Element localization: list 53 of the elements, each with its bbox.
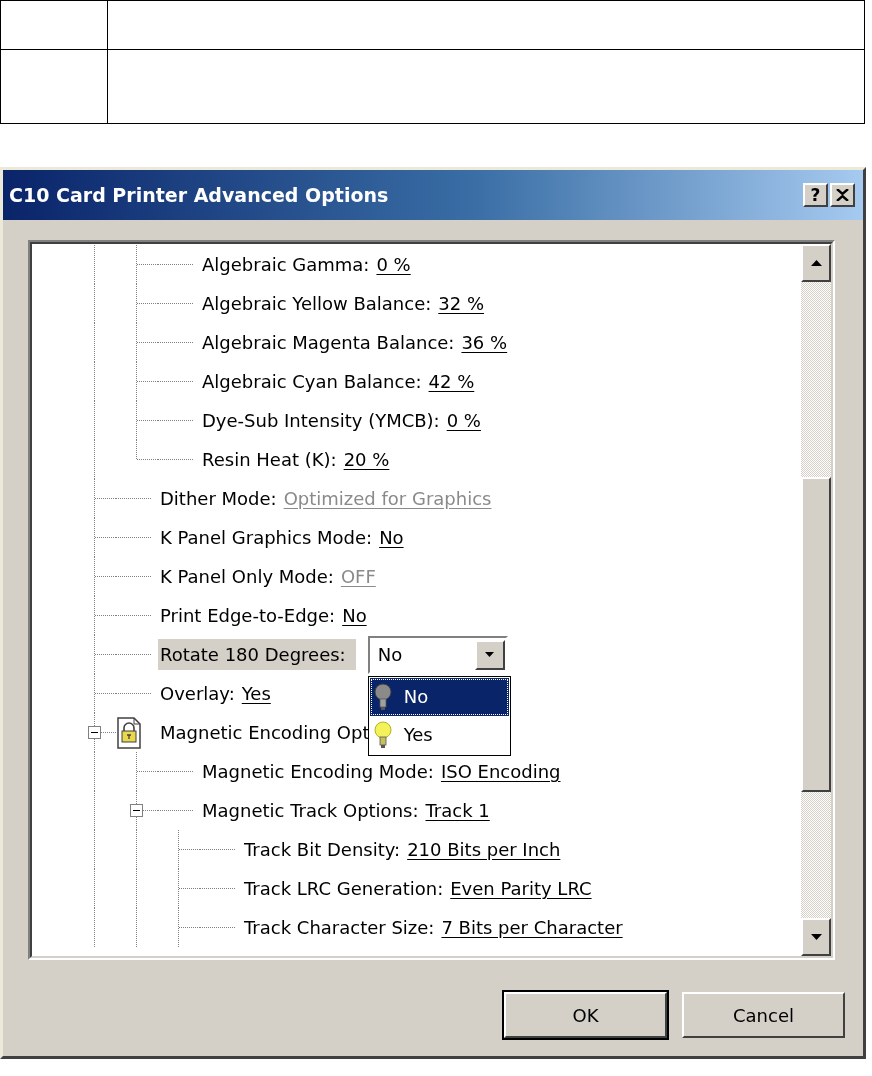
- collapse-toggle[interactable]: [88, 726, 101, 739]
- setting-label: Print Edge-to-Edge:: [160, 605, 336, 626]
- setting-value[interactable]: 36 %: [461, 332, 508, 353]
- setting-value: Optimized for Graphics: [283, 488, 492, 509]
- setting-label: Algebraic Gamma:: [202, 254, 370, 275]
- ok-button[interactable]: OK: [504, 992, 667, 1038]
- setting-value[interactable]: Yes: [241, 683, 271, 704]
- setting-value[interactable]: No: [342, 605, 367, 626]
- close-icon: [836, 189, 849, 201]
- locked-page-icon: [116, 715, 142, 750]
- setting-label: Overlay:: [160, 683, 235, 704]
- setting-label: Algebraic Yellow Balance:: [202, 293, 432, 314]
- window-title: C10 Card Printer Advanced Options: [9, 184, 390, 206]
- close-button[interactable]: [830, 183, 855, 207]
- scroll-thumb[interactable]: [801, 477, 831, 792]
- setting-label: Magnetic Encoding Mode:: [202, 761, 434, 782]
- group-label[interactable]: Magnetic Encoding Opt: [160, 722, 370, 743]
- down-arrow-icon: [810, 934, 822, 940]
- scrollbar[interactable]: [801, 244, 831, 956]
- dropdown-option[interactable]: No: [369, 677, 509, 716]
- setting-label: Algebraic Magenta Balance:: [202, 332, 455, 353]
- scroll-down-button[interactable]: [801, 918, 831, 956]
- setting-value[interactable]: 0 %: [446, 410, 481, 431]
- collapse-toggle[interactable]: [130, 804, 143, 817]
- setting-value[interactable]: 0 %: [376, 254, 411, 275]
- setting-label: Track Bit Density:: [244, 839, 401, 860]
- dropdown-button[interactable]: [474, 639, 505, 670]
- setting-value[interactable]: Even Parity LRC: [450, 878, 592, 899]
- scroll-up-button[interactable]: [801, 244, 831, 282]
- setting-value[interactable]: 210 Bits per Inch: [407, 839, 561, 860]
- down-arrow-icon: [485, 652, 495, 657]
- setting-value[interactable]: ISO Encoding: [440, 761, 561, 782]
- setting-label: Track Character Size:: [244, 917, 435, 938]
- setting-value[interactable]: Track 1: [425, 800, 490, 821]
- setting-label: Algebraic Cyan Balance:: [202, 371, 422, 392]
- setting-value[interactable]: 7 Bits per Character: [441, 917, 623, 938]
- setting-value[interactable]: 20 %: [343, 449, 390, 470]
- dropdown-option[interactable]: Yes: [369, 715, 509, 754]
- setting-label: Dye-Sub Intensity (YMCB):: [202, 410, 440, 431]
- setting-label: K Panel Graphics Mode:: [160, 527, 373, 548]
- setting-label: Resin Heat (K):: [202, 449, 337, 470]
- setting-value: OFF: [340, 566, 376, 587]
- setting-value[interactable]: 42 %: [428, 371, 475, 392]
- up-arrow-icon: [810, 260, 822, 266]
- setting-label: Dither Mode:: [160, 488, 277, 509]
- setting-value[interactable]: 32 %: [438, 293, 484, 314]
- help-button[interactable]: ?: [803, 183, 828, 207]
- setting-label: Rotate 180 Degrees:: [158, 639, 356, 670]
- setting-label: Track LRC Generation:: [244, 878, 444, 899]
- setting-label: K Panel Only Mode:: [160, 566, 334, 587]
- setting-value[interactable]: No: [379, 527, 404, 548]
- setting-label: Magnetic Track Options:: [202, 800, 419, 821]
- cancel-button[interactable]: Cancel: [682, 992, 845, 1038]
